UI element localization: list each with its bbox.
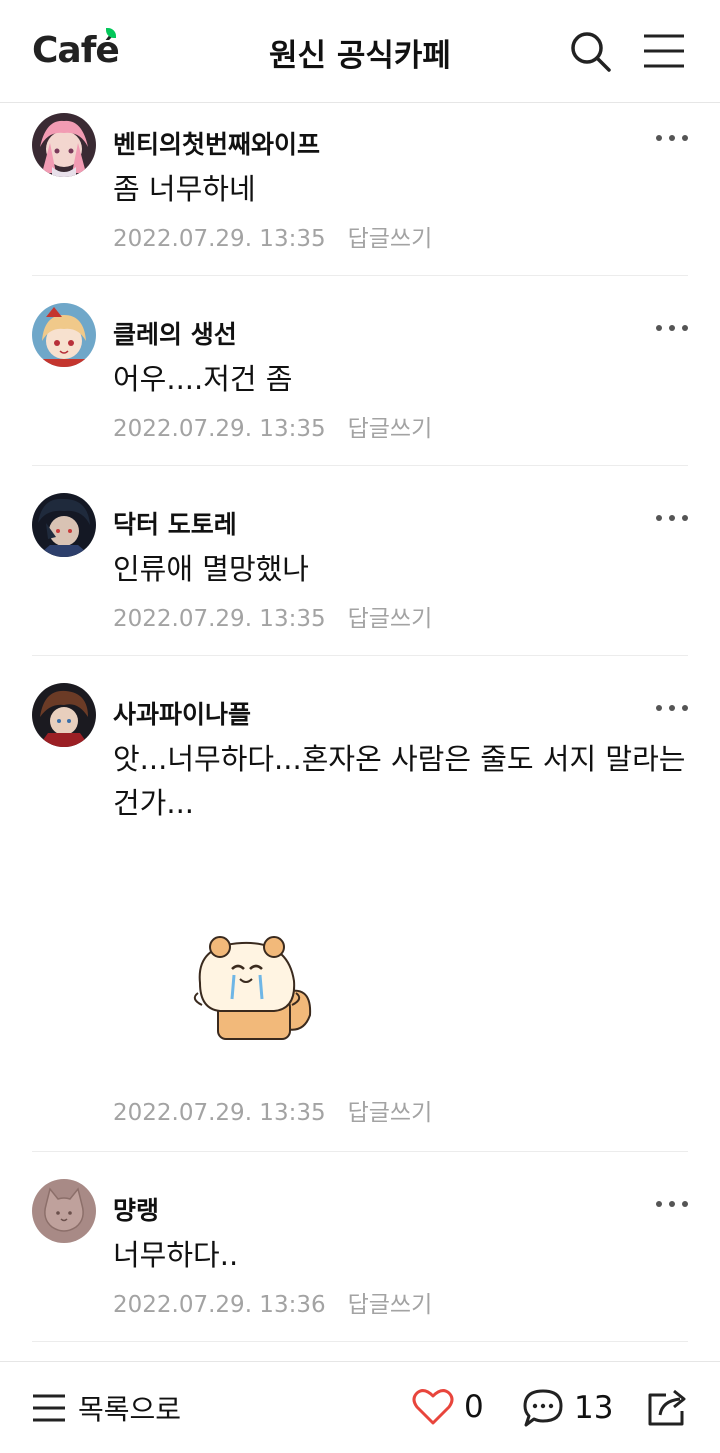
back-to-list-button[interactable]: 목록으로 (32, 1390, 181, 1426)
divider (32, 1151, 688, 1152)
top-header: Café 원신 공식카페 (0, 0, 720, 103)
reply-button[interactable]: 답글쓰기 (348, 226, 433, 252)
page-title[interactable]: 원신 공식카페 (0, 30, 720, 75)
reply-button[interactable]: 답글쓰기 (348, 1292, 433, 1318)
comment-text: 앗...너무하다...혼자온 사람은 줄도 서지 말라는건가... (113, 742, 686, 820)
more-options-icon[interactable] (654, 133, 690, 143)
comment-meta: 2022.07.29. 13:35 답글쓰기 (113, 1093, 432, 1127)
divider (32, 655, 688, 656)
comment-count: 13 (574, 1390, 614, 1426)
comment-author[interactable]: 사과파이나플 (113, 695, 251, 731)
comment-author[interactable]: 벤티의첫번째와이프 (113, 125, 320, 161)
comment-text: 인류애 멸망했나 (113, 552, 309, 586)
back-to-list-label: 목록으로 (78, 1393, 182, 1426)
avatar[interactable] (32, 683, 96, 747)
divider (32, 1341, 688, 1342)
comment-date: 2022.07.29. 13:35 (113, 226, 326, 252)
menu-icon[interactable] (642, 33, 686, 69)
comment-date: 2022.07.29. 13:35 (113, 606, 326, 632)
list-icon (33, 1394, 65, 1422)
reply-button[interactable]: 답글쓰기 (348, 606, 433, 632)
more-options-icon[interactable] (654, 1199, 690, 1209)
comment-date: 2022.07.29. 13:35 (113, 416, 326, 442)
avatar[interactable] (32, 303, 96, 367)
comment-meta: 2022.07.29. 13:35 답글쓰기 (113, 219, 432, 253)
comment-meta: 2022.07.29. 13:35 답글쓰기 (113, 409, 432, 443)
more-options-icon[interactable] (654, 703, 690, 713)
bottom-action-bar: 목록으로 0 13 (0, 1361, 720, 1453)
divider (32, 275, 688, 276)
comment-date: 2022.07.29. 13:36 (113, 1292, 326, 1318)
comment-text: 너무하다.. (113, 1238, 239, 1272)
comment-text: 어우....저건 좀 (113, 362, 293, 396)
like-button[interactable]: 0 (412, 1388, 484, 1426)
avatar[interactable] (32, 1179, 96, 1243)
comment-date: 2022.07.29. 13:35 (113, 1100, 326, 1126)
avatar[interactable] (32, 493, 96, 557)
comment-bubble-icon (523, 1389, 563, 1427)
reply-button[interactable]: 답글쓰기 (348, 416, 433, 442)
divider (32, 465, 688, 466)
comment-author[interactable]: 닥터 도토레 (113, 505, 237, 541)
comments-button[interactable]: 13 (522, 1388, 613, 1428)
comment-text: 좀 너무하네 (113, 172, 256, 206)
like-count: 0 (464, 1389, 484, 1425)
comment-meta: 2022.07.29. 13:35 답글쓰기 (113, 599, 432, 633)
heart-icon (412, 1389, 454, 1425)
reply-button[interactable]: 답글쓰기 (348, 1100, 433, 1126)
search-icon[interactable] (570, 31, 612, 73)
avatar[interactable] (32, 113, 96, 177)
comment-author[interactable]: 먕랭 (113, 1191, 159, 1227)
comment-meta: 2022.07.29. 13:36 답글쓰기 (113, 1285, 432, 1319)
crying-hamster-sticker (193, 936, 312, 1040)
more-options-icon[interactable] (654, 323, 690, 333)
share-icon[interactable] (646, 1387, 688, 1427)
comment-author[interactable]: 클레의 생선 (113, 315, 237, 351)
more-options-icon[interactable] (654, 513, 690, 523)
